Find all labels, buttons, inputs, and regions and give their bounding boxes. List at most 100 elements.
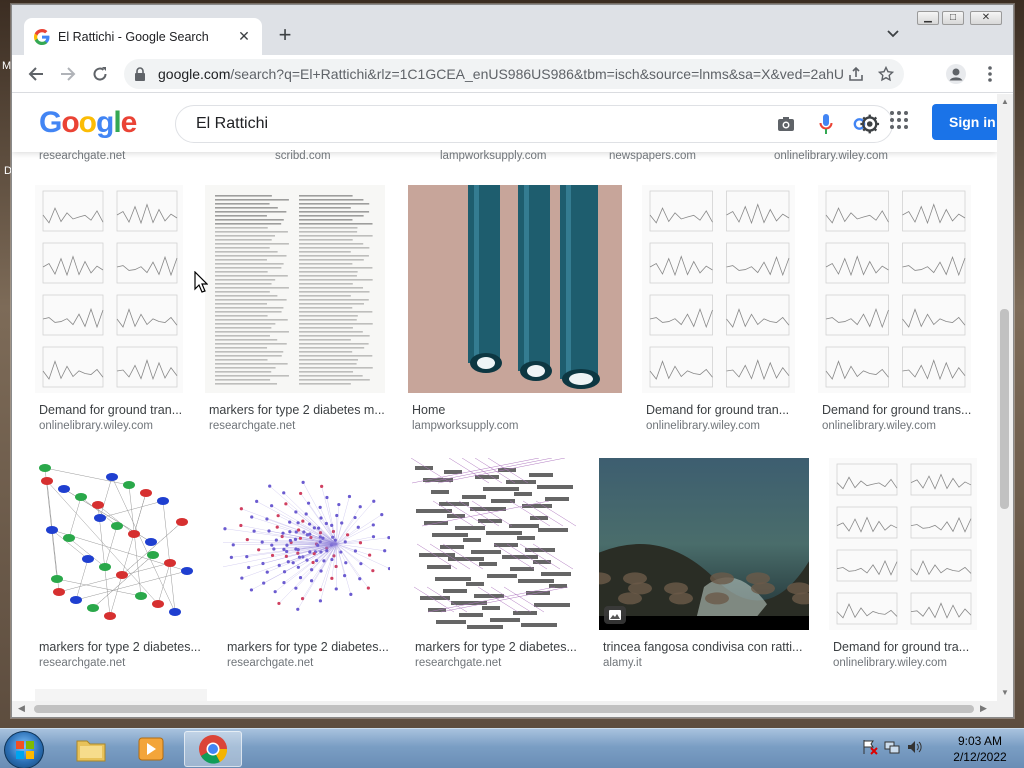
browser-tab[interactable]: El Rattichi - Google Search ✕ — [24, 18, 262, 55]
lens-settings-icon[interactable] — [852, 110, 880, 138]
image-result-thumb[interactable] — [35, 689, 207, 701]
image-result[interactable]: Demand for ground trans... onlinelibrary.… — [818, 185, 975, 449]
reload-icon[interactable] — [88, 62, 112, 86]
camera-icon[interactable] — [772, 110, 800, 138]
clock-date: 2/12/2022 — [953, 750, 1007, 764]
image-result-title[interactable]: Demand for ground tran... — [39, 403, 191, 417]
result-source[interactable]: onlinelibrary.wiley.com — [774, 150, 888, 162]
horizontal-scroll-thumb[interactable] — [34, 705, 974, 713]
network-icon[interactable] — [884, 739, 900, 758]
result-source[interactable]: lampworksupply.com — [440, 150, 547, 162]
result-source[interactable]: newspapers.com — [609, 150, 696, 162]
image-result-source[interactable]: alamy.it — [603, 657, 642, 669]
google-logo[interactable]: Google — [39, 106, 138, 140]
image-result-source[interactable]: researchgate.net — [209, 420, 295, 432]
file-explorer-icon[interactable] — [62, 731, 120, 767]
share-icon[interactable] — [844, 62, 868, 86]
image-result[interactable]: markers for type 2 diabetes... researchga… — [223, 458, 394, 686]
image-result-title[interactable]: markers for type 2 diabetes... — [39, 640, 210, 654]
star-icon[interactable] — [874, 62, 898, 86]
image-result-thumb[interactable] — [35, 185, 183, 393]
image-result[interactable]: markers for type 2 diabetes m... research… — [205, 185, 389, 449]
taskbar: 9:03 AM 2/12/2022 — [0, 728, 1024, 768]
image-result-source[interactable]: onlinelibrary.wiley.com — [833, 657, 947, 669]
image-result-thumb[interactable] — [599, 458, 809, 630]
image-result-source[interactable]: lampworksupply.com — [412, 420, 519, 432]
action-center-flag-icon[interactable] — [862, 739, 878, 758]
taskbar-clock[interactable]: 9:03 AM 2/12/2022 — [940, 733, 1020, 765]
image-result-thumb[interactable] — [829, 458, 977, 630]
vertical-scrollbar[interactable]: ▲ ▼ — [997, 94, 1013, 701]
sign-in-button[interactable]: Sign in — [932, 104, 997, 140]
image-result-title[interactable]: Demand for ground tra... — [833, 640, 985, 654]
google-apps-icon[interactable] — [889, 110, 915, 136]
image-result-title[interactable]: markers for type 2 diabetes... — [227, 640, 398, 654]
minimize-button[interactable]: ▁ — [917, 11, 939, 25]
logo-letter: g — [96, 106, 114, 139]
image-result-thumb[interactable] — [411, 458, 578, 630]
close-tab-icon[interactable]: ✕ — [236, 28, 252, 45]
image-result[interactable]: Demand for ground tran... onlinelibrary.w… — [642, 185, 799, 449]
image-result-thumb[interactable] — [408, 185, 622, 393]
lock-icon[interactable] — [134, 67, 148, 81]
image-result-source[interactable]: researchgate.net — [415, 657, 501, 669]
logo-letter: o — [61, 106, 79, 139]
image-result-source[interactable]: researchgate.net — [227, 657, 313, 669]
image-result[interactable]: Demand for ground tra... onlinelibrary.wi… — [829, 458, 981, 686]
url-path: /search?q=El+Rattichi&rlz=1C1GCEA_enUS98… — [230, 66, 844, 82]
image-result-title[interactable]: markers for type 2 diabetes... — [415, 640, 586, 654]
image-result[interactable]: markers for type 2 diabetes... researchga… — [35, 458, 206, 686]
mouse-cursor-icon — [194, 270, 209, 296]
vertical-scroll-thumb[interactable] — [1000, 309, 1009, 509]
microphone-icon[interactable] — [812, 110, 840, 138]
scroll-up-arrow-icon[interactable]: ▲ — [1001, 97, 1009, 106]
maximize-button[interactable]: □ — [942, 11, 964, 25]
image-result[interactable]: markers for type 2 diabetes... researchga… — [411, 458, 582, 686]
google-favicon-icon — [34, 28, 50, 45]
profile-icon[interactable] — [944, 62, 968, 86]
search-input[interactable]: El Rattichi — [196, 115, 772, 133]
image-result-thumb[interactable] — [205, 185, 385, 393]
desktop-icon-label: M — [2, 60, 12, 72]
image-result-thumb[interactable] — [35, 458, 202, 630]
scroll-left-arrow-icon[interactable]: ◀ — [18, 703, 25, 714]
image-result-title[interactable]: trincea fangosa condivisa con ratti... — [603, 640, 817, 654]
tab-search-chevron-icon[interactable] — [884, 27, 902, 45]
image-result-thumb[interactable] — [642, 185, 795, 393]
image-result-source[interactable]: onlinelibrary.wiley.com — [822, 420, 936, 432]
menu-icon[interactable] — [978, 62, 1002, 86]
system-tray — [862, 739, 922, 758]
search-box[interactable]: El Rattichi — [175, 105, 893, 143]
image-result-source[interactable]: onlinelibrary.wiley.com — [39, 420, 153, 432]
scroll-right-arrow-icon[interactable]: ▶ — [980, 703, 987, 714]
url-text[interactable]: google.com/search?q=El+Rattichi&rlz=1C1G… — [158, 66, 844, 82]
image-result-source[interactable]: onlinelibrary.wiley.com — [646, 420, 760, 432]
new-tab-button[interactable]: + — [274, 24, 296, 47]
scroll-down-arrow-icon[interactable]: ▼ — [1001, 688, 1009, 697]
result-source[interactable]: scribd.com — [275, 150, 331, 162]
tab-title: El Rattichi - Google Search — [58, 29, 209, 44]
image-result[interactable]: trincea fangosa condivisa con ratti... al… — [599, 458, 813, 686]
close-window-button[interactable]: ✕ — [970, 11, 1002, 25]
image-result-thumb[interactable] — [818, 185, 971, 393]
image-result-title[interactable]: Home — [412, 403, 630, 417]
image-result-title[interactable]: markers for type 2 diabetes m... — [209, 403, 393, 417]
image-result[interactable]: Home lampworksupply.com — [408, 185, 626, 449]
volume-icon[interactable] — [906, 739, 922, 758]
back-icon[interactable] — [24, 62, 48, 86]
image-result[interactable]: Demand for ground tran... onlinelibrary.w… — [35, 185, 187, 449]
forward-icon[interactable] — [56, 62, 80, 86]
address-bar[interactable]: google.com/search?q=El+Rattichi&rlz=1C1G… — [124, 59, 904, 89]
image-result-source[interactable]: researchgate.net — [39, 657, 125, 669]
image-result-title[interactable]: Demand for ground trans... — [822, 403, 979, 417]
logo-letter: e — [120, 106, 138, 139]
logo-letter: l — [113, 106, 121, 139]
image-result-title[interactable]: Demand for ground tran... — [646, 403, 803, 417]
horizontal-scrollbar[interactable]: ◀ ▶ — [12, 701, 1013, 717]
tab-strip: El Rattichi - Google Search ✕ + ▁ □ ✕ — [12, 5, 1013, 55]
start-button[interactable] — [4, 731, 44, 768]
chrome-taskbar-icon[interactable] — [184, 731, 242, 767]
result-source[interactable]: researchgate.net — [39, 150, 125, 162]
image-result-thumb[interactable] — [223, 458, 390, 630]
media-player-icon[interactable] — [122, 731, 180, 767]
